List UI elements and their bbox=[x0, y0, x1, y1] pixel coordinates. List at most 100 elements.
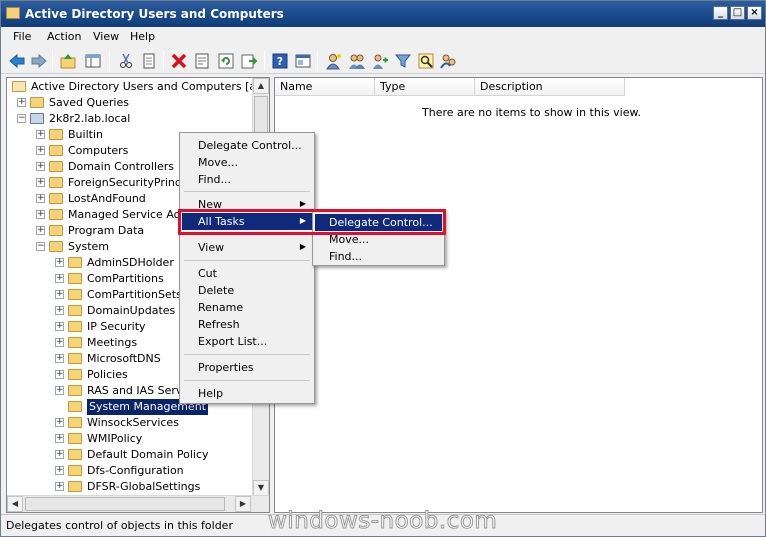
properties-icon[interactable] bbox=[193, 52, 211, 70]
domain-icon bbox=[30, 113, 44, 124]
expand-icon[interactable]: + bbox=[55, 322, 64, 331]
expand-icon[interactable]: + bbox=[55, 450, 64, 459]
app-window: Active Directory Users and Computers _ □… bbox=[0, 0, 766, 537]
expand-icon[interactable]: + bbox=[55, 418, 64, 427]
menu-help[interactable]: Help bbox=[130, 30, 155, 43]
folder-icon bbox=[68, 401, 82, 412]
folder-icon bbox=[49, 241, 63, 252]
expand-icon[interactable]: + bbox=[36, 146, 45, 155]
back-icon[interactable] bbox=[8, 52, 26, 70]
expand-icon[interactable]: + bbox=[36, 194, 45, 203]
folder-icon bbox=[68, 337, 82, 348]
menu-separator bbox=[184, 354, 310, 355]
expand-icon[interactable]: + bbox=[36, 210, 45, 219]
scroll-down-arrow-icon[interactable]: ▼ bbox=[253, 480, 269, 496]
tree-horizontal-scrollbar[interactable]: ◀ ▶ bbox=[7, 495, 269, 512]
details-pane[interactable]: Name Type Description There are no items… bbox=[274, 77, 763, 513]
cut-icon[interactable] bbox=[117, 52, 135, 70]
add-to-group-icon[interactable] bbox=[371, 52, 389, 70]
expand-icon[interactable]: + bbox=[55, 354, 64, 363]
export-icon[interactable] bbox=[240, 52, 258, 70]
collapse-icon[interactable]: − bbox=[36, 242, 45, 251]
expand-icon[interactable]: + bbox=[55, 258, 64, 267]
empty-list-message: There are no items to show in this view. bbox=[422, 106, 641, 119]
scroll-left-arrow-icon[interactable]: ◀ bbox=[7, 496, 23, 512]
find-icon[interactable] bbox=[417, 52, 435, 70]
console-icon[interactable] bbox=[294, 52, 312, 70]
menu-item-cut[interactable]: Cut bbox=[182, 265, 312, 282]
minimize-button[interactable]: _ bbox=[713, 6, 728, 20]
copy-icon[interactable] bbox=[140, 52, 158, 70]
scroll-thumb[interactable] bbox=[25, 497, 225, 511]
expand-icon[interactable]: + bbox=[36, 226, 45, 235]
filter-icon[interactable] bbox=[394, 52, 412, 70]
menu-item-export-list[interactable]: Export List... bbox=[182, 333, 312, 350]
column-header-name[interactable]: Name bbox=[275, 78, 375, 96]
expand-icon[interactable]: + bbox=[55, 466, 64, 475]
tree-item-label: LostAndFound bbox=[68, 192, 146, 205]
tree-item-label: DFSR-GlobalSettings bbox=[87, 480, 201, 493]
submenu-item-find[interactable]: Find... bbox=[315, 248, 442, 265]
delete-icon[interactable] bbox=[170, 52, 188, 70]
folder-icon bbox=[68, 481, 82, 492]
tree-item-label: Policies bbox=[87, 368, 128, 381]
expand-icon[interactable]: + bbox=[17, 98, 26, 107]
expand-icon[interactable]: + bbox=[55, 434, 64, 443]
scroll-right-arrow-icon[interactable]: ▶ bbox=[235, 496, 251, 512]
tree-item-label: Domain Controllers bbox=[68, 160, 175, 173]
menu-item-label: View bbox=[198, 241, 225, 254]
tree-item-label: WinsockServices bbox=[87, 416, 179, 429]
expand-icon[interactable]: + bbox=[55, 338, 64, 347]
tree-item-label: Meetings bbox=[87, 336, 138, 349]
help-icon[interactable]: ? bbox=[271, 52, 289, 70]
folder-icon bbox=[68, 369, 82, 380]
expand-icon[interactable]: + bbox=[36, 162, 45, 171]
menu-item-properties[interactable]: Properties bbox=[182, 359, 312, 376]
up-icon[interactable] bbox=[59, 52, 77, 70]
expand-icon[interactable]: + bbox=[36, 178, 45, 187]
refresh-icon[interactable] bbox=[217, 52, 235, 70]
menu-item-delegate-control[interactable]: Delegate Control... bbox=[182, 137, 312, 154]
toolbar: ? bbox=[1, 48, 765, 74]
show-tree-icon[interactable] bbox=[84, 52, 102, 70]
menu-file[interactable]: File bbox=[13, 30, 31, 43]
scroll-up-arrow-icon[interactable]: ▲ bbox=[253, 78, 269, 94]
title-bar[interactable]: Active Directory Users and Computers _ □… bbox=[1, 1, 765, 27]
tree-item-label: Default Domain Policy bbox=[87, 448, 209, 461]
menu-item-help[interactable]: Help bbox=[182, 385, 312, 402]
menu-bar: File Action View Help bbox=[1, 27, 765, 47]
column-header-description[interactable]: Description bbox=[475, 78, 625, 96]
submenu-arrow-icon: ▶ bbox=[299, 199, 306, 208]
expand-icon[interactable]: + bbox=[55, 482, 64, 491]
menu-item-view[interactable]: View ▶ bbox=[182, 239, 312, 256]
menu-item-label: Move... bbox=[198, 156, 238, 169]
expand-icon[interactable]: + bbox=[55, 290, 64, 299]
expand-icon[interactable]: + bbox=[55, 274, 64, 283]
expand-icon[interactable]: + bbox=[55, 306, 64, 315]
new-user-icon[interactable] bbox=[325, 52, 343, 70]
column-header-type[interactable]: Type bbox=[375, 78, 475, 96]
delegate-icon[interactable] bbox=[440, 52, 458, 70]
snapin-icon bbox=[12, 81, 26, 92]
tree-item-label: Computers bbox=[68, 144, 129, 157]
expand-icon[interactable]: + bbox=[55, 370, 64, 379]
expand-icon[interactable]: + bbox=[55, 386, 64, 395]
tree-item-label: Program Data bbox=[68, 224, 145, 237]
close-button[interactable]: × bbox=[747, 6, 762, 20]
expand-icon[interactable]: + bbox=[36, 130, 45, 139]
collapse-icon[interactable]: − bbox=[17, 114, 26, 123]
menu-view[interactable]: View bbox=[93, 30, 119, 43]
folder-icon bbox=[68, 449, 82, 460]
menu-item-refresh[interactable]: Refresh bbox=[182, 316, 312, 333]
watermark-text: windows-noob.com bbox=[267, 508, 498, 535]
toolbar-separator bbox=[317, 51, 318, 71]
menu-item-rename[interactable]: Rename bbox=[182, 299, 312, 316]
menu-item-move[interactable]: Move... bbox=[182, 154, 312, 171]
status-text: Delegates control of objects in this fol… bbox=[6, 519, 233, 532]
maximize-button[interactable]: □ bbox=[730, 6, 745, 20]
new-group-icon[interactable] bbox=[348, 52, 366, 70]
forward-icon[interactable] bbox=[30, 52, 48, 70]
menu-item-delete[interactable]: Delete bbox=[182, 282, 312, 299]
menu-action[interactable]: Action bbox=[47, 30, 81, 43]
menu-item-find[interactable]: Find... bbox=[182, 171, 312, 188]
